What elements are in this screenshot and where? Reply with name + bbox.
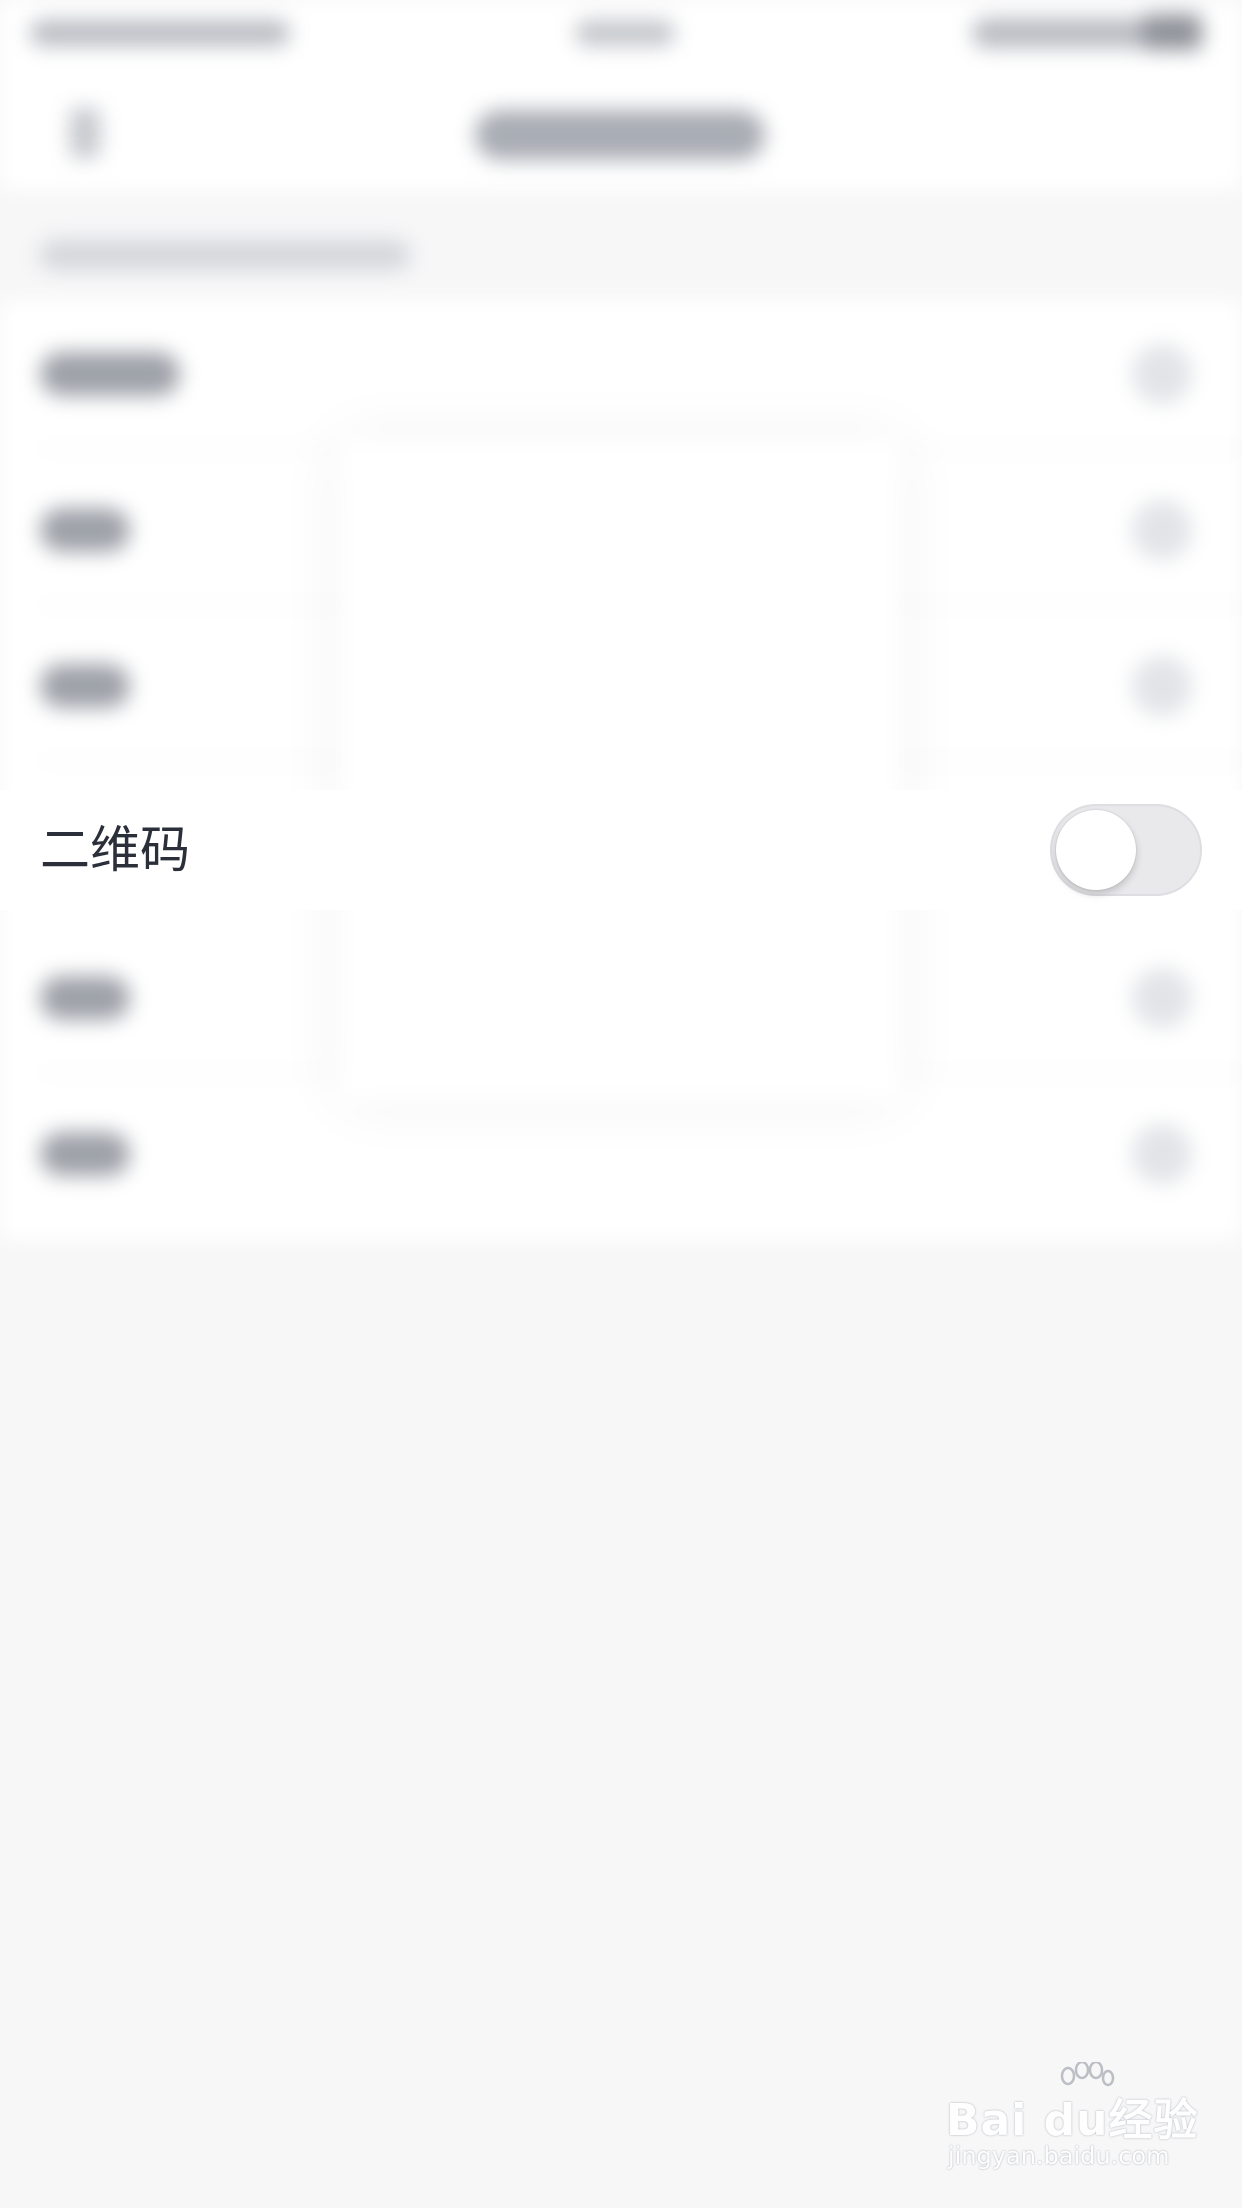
- watermark-brand: Bai du经验: [946, 2095, 1199, 2146]
- list-item-label-placeholder: [40, 1132, 130, 1176]
- qr-code-setting-row[interactable]: 二维码: [0, 790, 1242, 910]
- list-item-label-placeholder: [40, 664, 130, 708]
- chevron-right-icon: [1132, 500, 1192, 560]
- list-item-label-placeholder: [40, 508, 130, 552]
- blurred-background: [0, 0, 1242, 2208]
- list-item-label-placeholder: [40, 352, 180, 396]
- status-time-placeholder: [575, 20, 675, 46]
- chevron-right-icon: [1132, 1124, 1192, 1184]
- battery-icon: [1142, 14, 1202, 50]
- qr-code-toggle[interactable]: [1050, 804, 1202, 896]
- section-header-placeholder: [40, 240, 410, 270]
- chevron-right-icon: [1132, 344, 1192, 404]
- chevron-right-icon: [1132, 968, 1192, 1028]
- screen: 二维码 Bai du经验 jingyan.baidu.com: [0, 0, 1242, 2208]
- chevron-right-icon: [1132, 656, 1192, 716]
- qr-code-label: 二维码: [40, 821, 190, 879]
- toggle-knob[interactable]: [1056, 810, 1136, 890]
- popup-placeholder: [340, 440, 900, 1100]
- status-bar: [0, 0, 1242, 70]
- page-title-placeholder: [475, 110, 765, 160]
- baidu-jingyan-watermark: Bai du经验 jingyan.baidu.com: [946, 2062, 1197, 2182]
- list-item-label-placeholder: [40, 976, 130, 1020]
- back-icon: [70, 108, 100, 158]
- status-carrier-placeholder: [30, 20, 290, 46]
- watermark-url: jingyan.baidu.com: [948, 2142, 1170, 2170]
- navigation-bar: [0, 70, 1242, 190]
